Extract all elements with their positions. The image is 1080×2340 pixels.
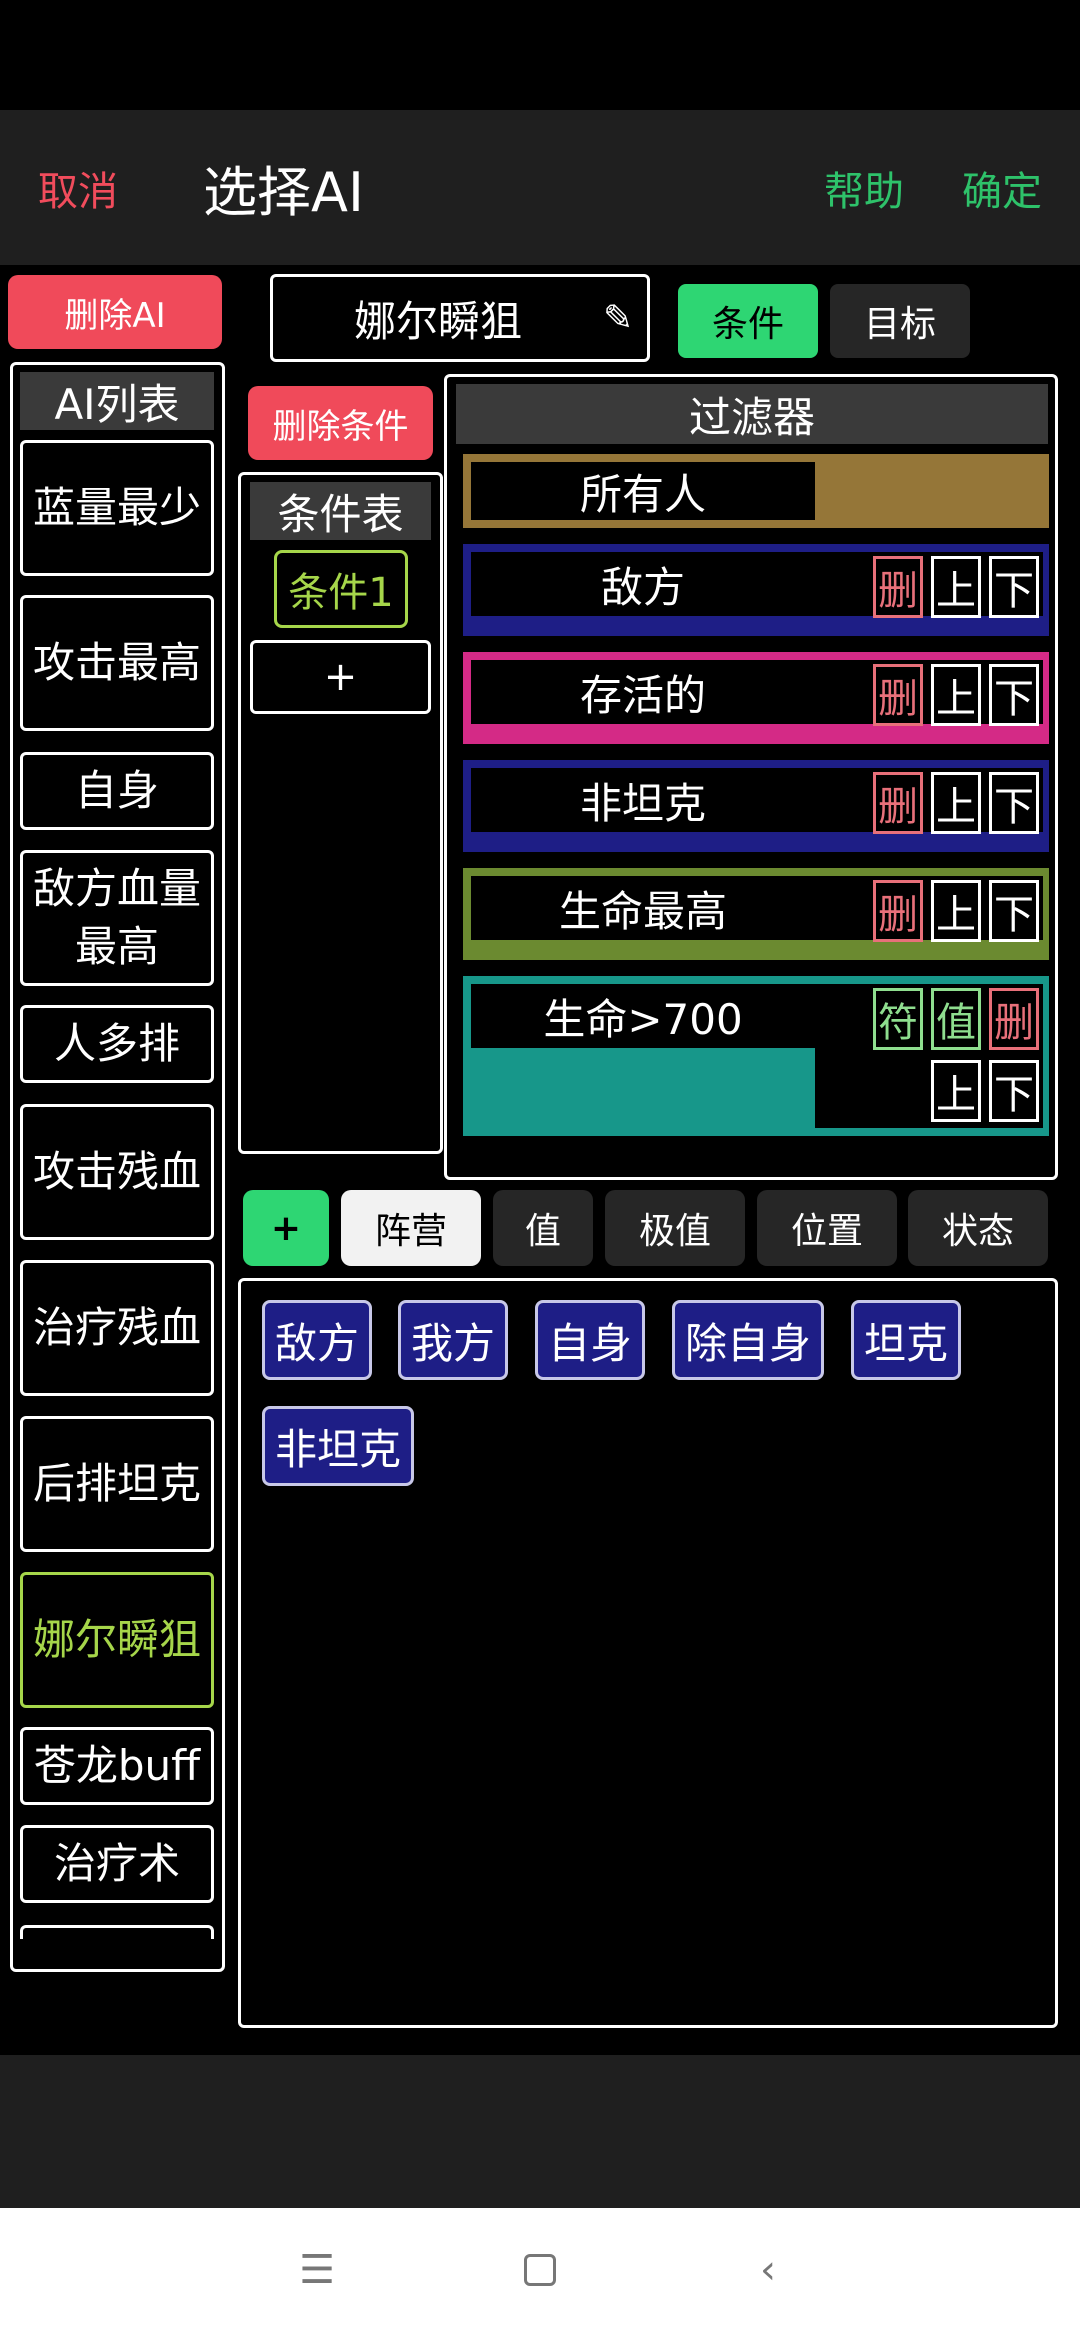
delete-button[interactable]: 删 <box>873 556 923 618</box>
option-chip[interactable]: 自身 <box>535 1300 645 1380</box>
tab-value[interactable]: 值 <box>493 1190 593 1266</box>
ai-list-item[interactable]: 人多排 <box>20 1005 214 1083</box>
ai-list-item[interactable]: 后排坦克 <box>20 1416 214 1552</box>
tab-target[interactable]: 目标 <box>830 284 970 358</box>
filter-row[interactable]: 生命最高 删 上 下 <box>463 868 1049 960</box>
option-chip[interactable]: 坦克 <box>851 1300 961 1380</box>
ai-list-title: AI列表 <box>20 372 214 430</box>
ai-list-item-selected[interactable]: 娜尔瞬狙 <box>20 1572 214 1708</box>
move-up-button[interactable]: 上 <box>931 1060 981 1122</box>
back-icon[interactable]: ‹ <box>738 2240 798 2300</box>
move-down-button[interactable]: 下 <box>989 1060 1039 1122</box>
move-up-button[interactable]: 上 <box>931 664 981 726</box>
ai-list-item[interactable]: 蓝量最少 <box>20 440 214 576</box>
delete-ai-button[interactable]: 删除AI <box>8 275 222 349</box>
option-chip[interactable]: 非坦克 <box>262 1406 414 1486</box>
cancel-button[interactable]: 取消 <box>38 110 118 265</box>
delete-condition-button[interactable]: 删除条件 <box>248 386 433 460</box>
tab-extreme[interactable]: 极值 <box>605 1190 745 1266</box>
filter-row[interactable]: 所有人 <box>463 454 1049 528</box>
edit-icon[interactable]: ✎ <box>603 298 633 339</box>
move-up-button[interactable]: 上 <box>931 880 981 942</box>
footer-band <box>0 2055 1080 2208</box>
ai-list-item[interactable]: 苍龙buff <box>20 1727 214 1805</box>
move-down-button[interactable]: 下 <box>989 556 1039 618</box>
tab-position[interactable]: 位置 <box>757 1190 897 1266</box>
add-condition-button[interactable]: + <box>250 640 431 714</box>
menu-icon[interactable]: ☰ <box>287 2240 347 2300</box>
tab-condition[interactable]: 条件 <box>678 284 818 358</box>
value-button[interactable]: 值 <box>931 988 981 1050</box>
filter-row-label: 非坦克 <box>471 768 815 832</box>
home-icon[interactable] <box>510 2240 570 2300</box>
option-chip[interactable]: 我方 <box>398 1300 508 1380</box>
condition-item-selected[interactable]: 条件1 <box>274 550 408 628</box>
option-chip[interactable]: 敌方 <box>262 1300 372 1380</box>
ai-list-item[interactable]: 攻击残血 <box>20 1104 214 1240</box>
filter-row-label: 敌方 <box>471 552 815 616</box>
filter-row-label: 生命最高 <box>471 876 815 940</box>
page-title: 选择AI <box>203 161 364 224</box>
delete-button[interactable]: 删 <box>873 880 923 942</box>
tab-camp[interactable]: 阵营 <box>341 1190 481 1266</box>
move-up-button[interactable]: 上 <box>931 556 981 618</box>
ai-list-item[interactable]: 攻击最高 <box>20 595 214 731</box>
delete-button[interactable]: 删 <box>989 988 1039 1050</box>
move-down-button[interactable]: 下 <box>989 664 1039 726</box>
delete-button[interactable]: 删 <box>873 664 923 726</box>
delete-button[interactable]: 删 <box>873 772 923 834</box>
ai-list-item[interactable]: 自身 <box>20 752 214 830</box>
tab-state[interactable]: 状态 <box>908 1190 1048 1266</box>
ai-list-item[interactable]: 敌方血量最高 <box>20 850 214 986</box>
ai-list-item[interactable]: 治疗残血 <box>20 1260 214 1396</box>
filter-row[interactable]: 存活的 删 上 下 <box>463 652 1049 744</box>
symbol-button[interactable]: 符 <box>873 988 923 1050</box>
filter-row-label: 所有人 <box>471 462 815 520</box>
top-bar <box>0 110 1080 265</box>
filter-row-label: 生命>700 <box>471 984 815 1048</box>
filter-row-label: 存活的 <box>471 660 815 724</box>
move-up-button[interactable]: 上 <box>931 772 981 834</box>
ai-list-item[interactable]: 治疗术 <box>20 1825 214 1903</box>
status-bar <box>0 0 1080 110</box>
condition-table-title: 条件表 <box>250 482 431 540</box>
filter-row[interactable]: 非坦克 删 上 下 <box>463 760 1049 852</box>
ai-name-field[interactable]: 娜尔瞬狙 ✎ <box>270 274 650 362</box>
help-button[interactable]: 帮助 <box>824 110 904 265</box>
filter-row[interactable]: 敌方 删 上 下 <box>463 544 1049 636</box>
move-down-button[interactable]: 下 <box>989 880 1039 942</box>
ai-name-text: 娜尔瞬狙 <box>353 296 522 346</box>
option-chip[interactable]: 除自身 <box>672 1300 824 1380</box>
add-filter-button[interactable]: + <box>243 1190 329 1266</box>
ai-list-item-partial[interactable] <box>20 1925 214 1939</box>
move-down-button[interactable]: 下 <box>989 772 1039 834</box>
filter-row[interactable]: 生命>700 符 值 删 上 下 <box>463 976 1049 1136</box>
confirm-button[interactable]: 确定 <box>962 110 1042 265</box>
filter-title: 过滤器 <box>456 384 1048 444</box>
options-panel <box>238 1278 1058 2028</box>
